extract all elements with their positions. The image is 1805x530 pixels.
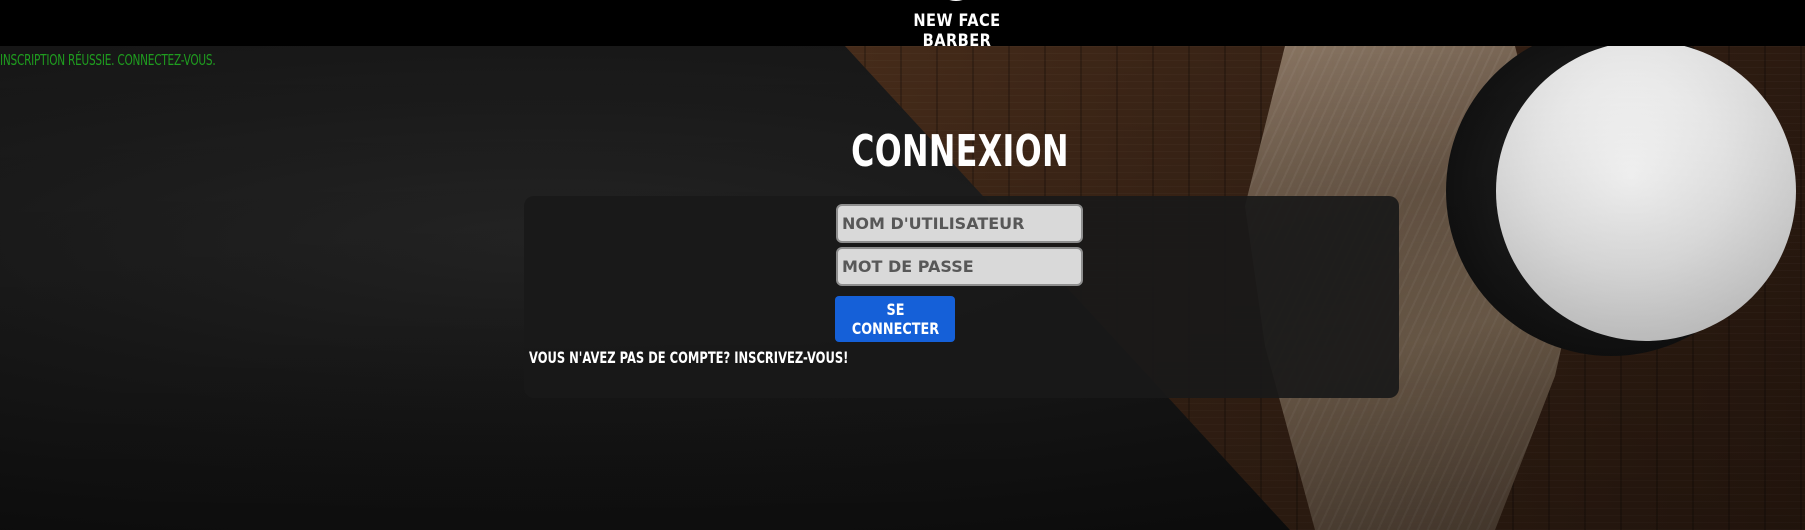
- signup-link[interactable]: VOUS N'AVEZ PAS DE COMPTE? INSCRIVEZ-VOU…: [529, 348, 848, 367]
- login-button-label: SE CONNECTER: [851, 300, 940, 338]
- page-title: CONNEXION: [851, 126, 1069, 177]
- logo-text[interactable]: NEW FACE BARBER: [884, 11, 1030, 51]
- username-input[interactable]: [836, 204, 1083, 243]
- password-input[interactable]: [836, 247, 1083, 286]
- logo-emblem-icon: [949, 0, 963, 1]
- login-button[interactable]: SE CONNECTER: [835, 296, 955, 342]
- top-header: NEW FACE BARBER: [0, 0, 1805, 51]
- success-flash-message: INSCRIPTION RÉUSSIE. CONNECTEZ-VOUS.: [0, 51, 216, 69]
